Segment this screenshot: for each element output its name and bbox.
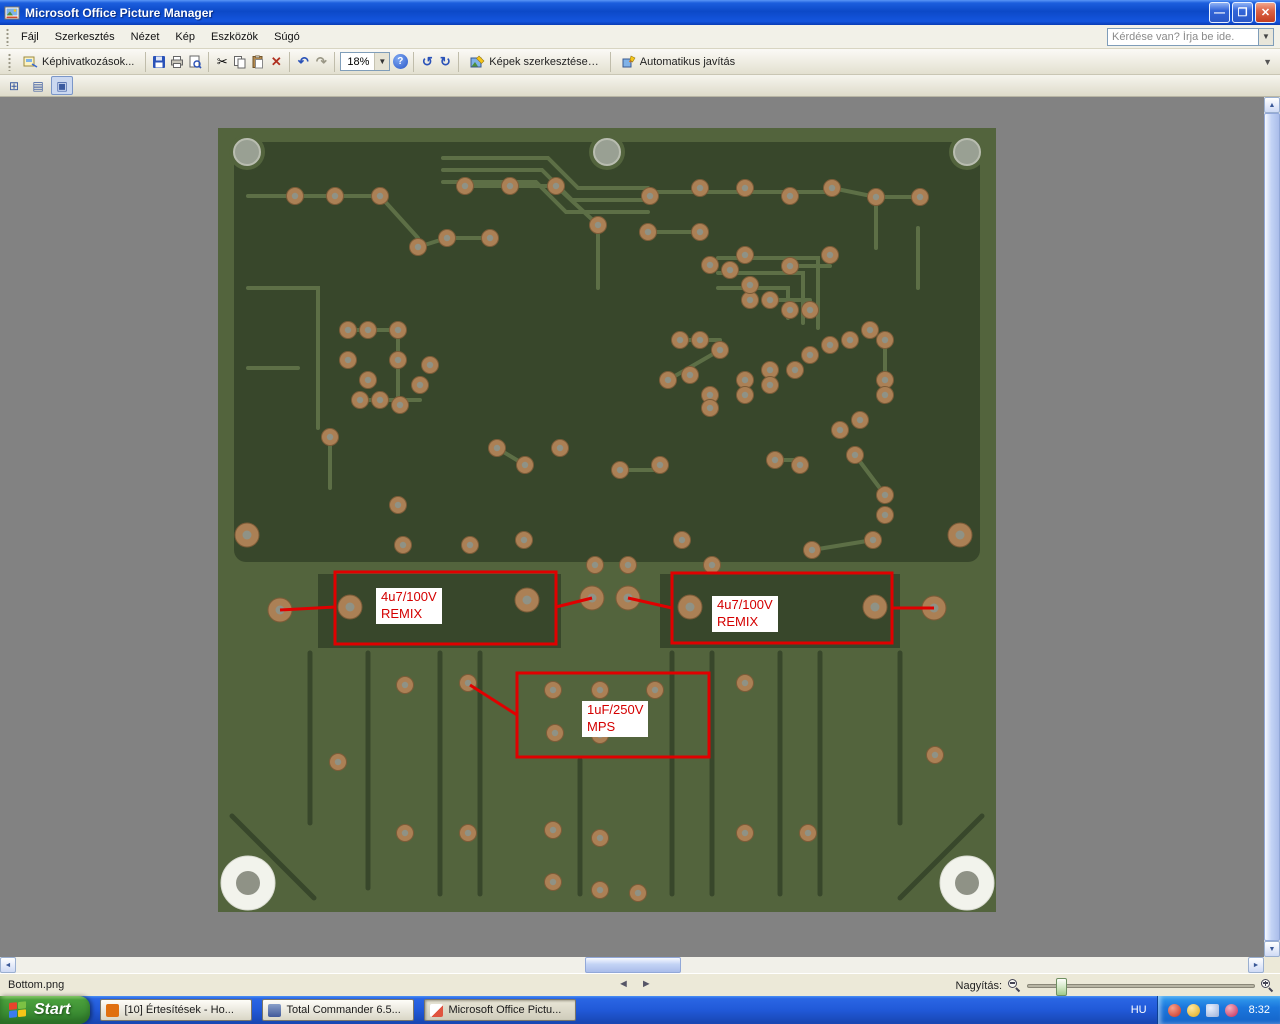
- save-icon[interactable]: [151, 54, 167, 70]
- print-preview-icon[interactable]: [187, 54, 203, 70]
- menu-edit[interactable]: Szerkesztés: [47, 27, 123, 47]
- taskbar-item-total-commander[interactable]: Total Commander 6.5...: [262, 999, 415, 1021]
- copy-icon[interactable]: [232, 54, 248, 70]
- scroll-up-icon[interactable]: ▲: [1264, 97, 1280, 113]
- autocorrect-button[interactable]: Automatikus javítás: [616, 52, 741, 72]
- system-tray: 8:32: [1156, 996, 1280, 1024]
- menubar: Fájl Szerkesztés Nézet Kép Eszközök Súgó…: [0, 25, 1280, 49]
- rotate-right-icon[interactable]: ↻: [437, 54, 453, 70]
- shortcuts-icon: [23, 56, 38, 68]
- filename-label: Bottom.png: [8, 979, 65, 991]
- menu-picture[interactable]: Kép: [167, 27, 203, 47]
- undo-icon[interactable]: ↶: [295, 54, 311, 70]
- thumbnail-view-button[interactable]: ⊞: [3, 76, 25, 95]
- close-button[interactable]: ✕: [1255, 2, 1276, 23]
- windows-logo-icon: [9, 1000, 28, 1020]
- paste-icon[interactable]: [250, 54, 266, 70]
- redo-icon[interactable]: ↷: [313, 54, 329, 70]
- taskbar: Start [10] Értesítések - Ho... Total Com…: [0, 996, 1280, 1024]
- toolbar-overflow-icon[interactable]: ▼: [1259, 57, 1276, 67]
- horizontal-scrollbar[interactable]: ◄ ►: [0, 957, 1264, 973]
- picture-navigation: ◄ ►: [618, 978, 652, 990]
- zoom-value: 18%: [347, 55, 370, 68]
- scroll-down-icon[interactable]: ▼: [1264, 941, 1280, 957]
- previous-picture-icon[interactable]: ◄: [618, 978, 629, 990]
- toolbar-grip[interactable]: [7, 52, 12, 71]
- zoom-slider-thumb[interactable]: [1056, 977, 1067, 996]
- picture-manager-icon: [430, 1003, 444, 1017]
- shortcuts-button[interactable]: Képhivatkozások...: [17, 52, 140, 72]
- zoom-slider[interactable]: [1027, 977, 1255, 996]
- statusbar: Bottom.png ◄ ► Nagyítás:: [0, 973, 1280, 996]
- taskbar-item-picture-manager[interactable]: Microsoft Office Pictu...: [424, 999, 577, 1021]
- notifications-app-icon: [106, 1003, 120, 1017]
- view-toolbar: ⊞ ▤ ▣: [0, 75, 1280, 97]
- taskbar-clock: 8:32: [1248, 1004, 1270, 1016]
- total-commander-icon: [268, 1003, 282, 1017]
- scroll-right-icon[interactable]: ►: [1248, 957, 1264, 973]
- tray-antivirus-icon[interactable]: [1224, 1003, 1238, 1017]
- menu-file[interactable]: Fájl: [13, 27, 47, 47]
- filmstrip-view-button[interactable]: ▤: [27, 76, 49, 95]
- annotation-label-cap3: 1uF/250V MPS: [582, 701, 649, 737]
- taskbar-item-notifications[interactable]: [10] Értesítések - Ho...: [100, 999, 253, 1021]
- tray-update-icon[interactable]: [1186, 1003, 1200, 1017]
- zoom-in-icon[interactable]: [1261, 979, 1274, 993]
- menu-help[interactable]: Súgó: [266, 27, 308, 47]
- start-button[interactable]: Start: [0, 996, 91, 1024]
- minimize-button[interactable]: —: [1209, 2, 1230, 23]
- tray-volume-icon[interactable]: [1205, 1003, 1219, 1017]
- help-search: ▼: [1107, 27, 1274, 46]
- delete-icon[interactable]: ✕: [268, 54, 284, 70]
- help-search-input[interactable]: [1107, 27, 1259, 46]
- edit-pictures-button[interactable]: Képek szerkesztése…: [464, 52, 604, 72]
- next-picture-icon[interactable]: ►: [641, 978, 652, 990]
- scrollbar-corner: [1264, 957, 1280, 973]
- horizontal-scroll-thumb[interactable]: [585, 957, 681, 973]
- zoom-dropdown[interactable]: 18% ▼: [340, 52, 391, 71]
- scroll-left-icon[interactable]: ◄: [0, 957, 16, 973]
- help-search-dropdown-icon[interactable]: ▼: [1259, 27, 1274, 46]
- app-icon: [4, 6, 20, 19]
- image-viewport: 4u7/100V REMIX 4u7/100V REMIX 1uF/250V M…: [0, 97, 1264, 957]
- language-indicator[interactable]: HU: [1131, 1004, 1147, 1016]
- edit-pictures-icon: [470, 55, 485, 67]
- print-icon[interactable]: [169, 54, 185, 70]
- pcb-artwork: [218, 128, 996, 912]
- picture-manager-window: Microsoft Office Picture Manager — ❐ ✕ F…: [0, 0, 1280, 1024]
- autocorrect-icon: [622, 55, 636, 67]
- menu-view[interactable]: Nézet: [123, 27, 168, 47]
- maximize-button[interactable]: ❐: [1232, 2, 1253, 23]
- zoom-out-icon[interactable]: [1008, 979, 1021, 993]
- zoom-dropdown-arrow-icon[interactable]: ▼: [374, 53, 390, 70]
- zoom-label: Nagyítás:: [955, 979, 1002, 992]
- vertical-scroll-thumb[interactable]: [1264, 113, 1280, 941]
- main-toolbar: Képhivatkozások... ✂ ✕ ↶ ↷ 18% ▼ ? ↺ ↻ K…: [0, 49, 1280, 75]
- titlebar[interactable]: Microsoft Office Picture Manager — ❐ ✕: [0, 0, 1280, 25]
- single-picture-view-button[interactable]: ▣: [51, 76, 73, 95]
- tray-alert-icon[interactable]: [1167, 1003, 1181, 1017]
- vertical-scrollbar[interactable]: ▲ ▼: [1264, 97, 1280, 957]
- zoom-controls: Nagyítás:: [955, 976, 1274, 996]
- cut-icon[interactable]: ✂: [214, 54, 230, 70]
- annotation-label-cap1: 4u7/100V REMIX: [376, 588, 442, 624]
- window-title: Microsoft Office Picture Manager: [25, 5, 214, 20]
- menu-tools[interactable]: Eszközök: [203, 27, 266, 47]
- pcb-image: 4u7/100V REMIX 4u7/100V REMIX 1uF/250V M…: [218, 128, 996, 912]
- annotation-label-cap2: 4u7/100V REMIX: [712, 596, 778, 632]
- rotate-left-icon[interactable]: ↺: [419, 54, 435, 70]
- menubar-grip[interactable]: [5, 27, 10, 46]
- help-icon[interactable]: ?: [392, 54, 408, 70]
